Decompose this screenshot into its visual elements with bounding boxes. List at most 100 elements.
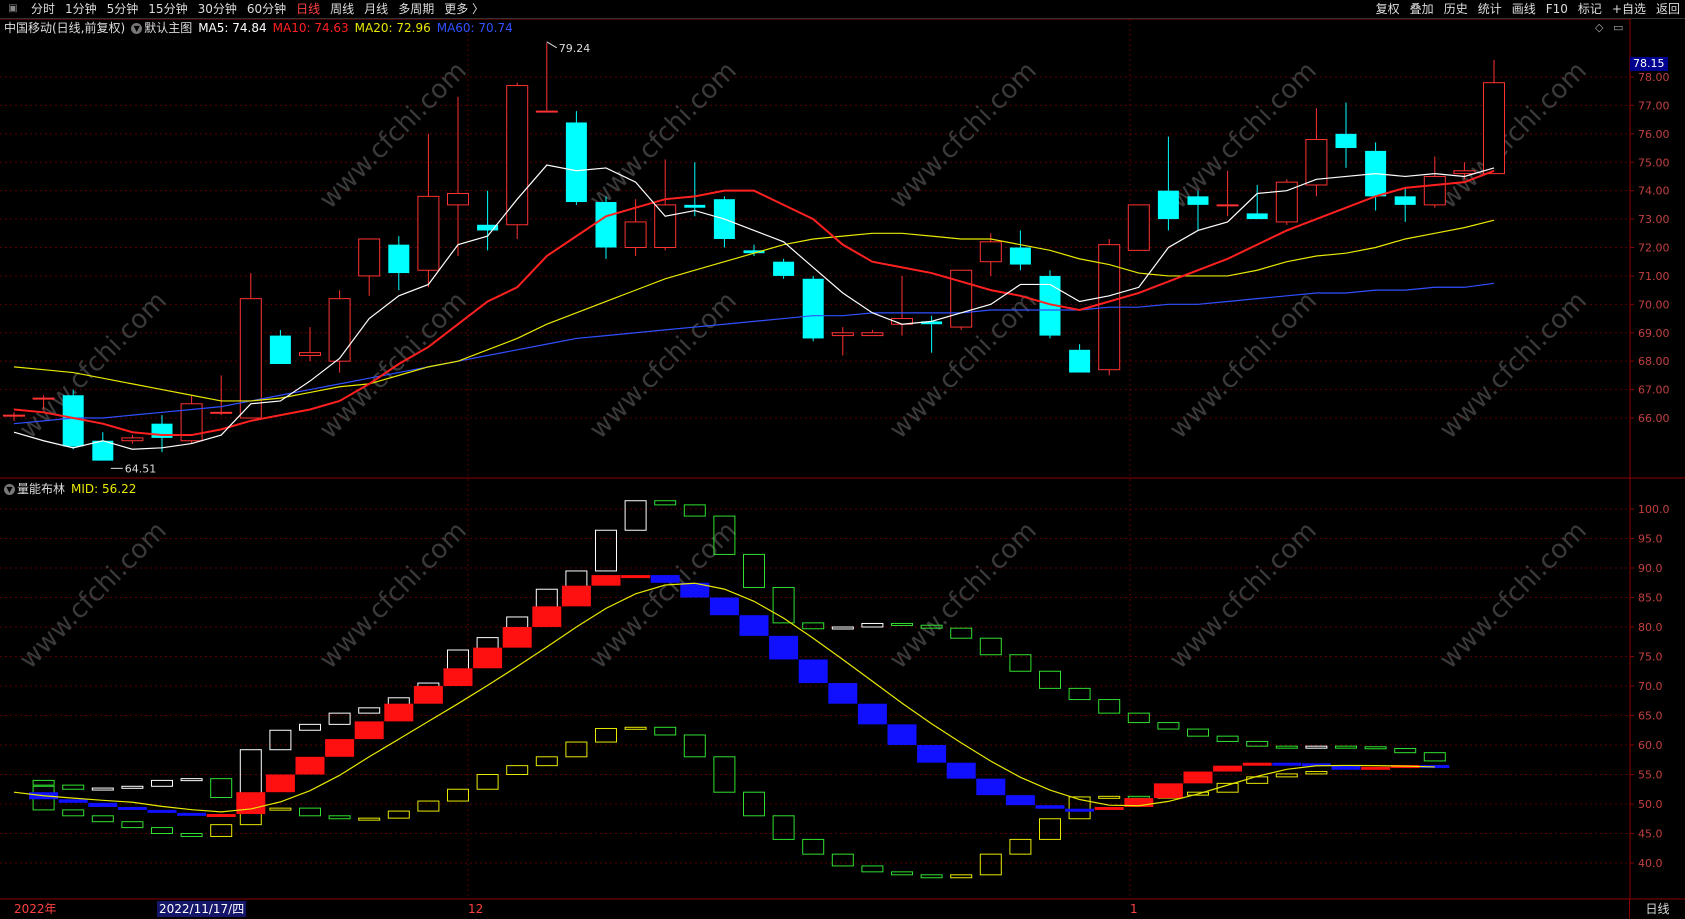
ma20-value: MA20: 72.96 (354, 21, 431, 35)
candle-body-down (92, 440, 114, 461)
period-tab-60min[interactable]: 60分钟 (242, 0, 291, 18)
candle-body-up (121, 437, 144, 442)
lower-band-box (387, 810, 410, 819)
menu-icon[interactable]: ▣ (0, 0, 26, 18)
candle-body-up (831, 332, 854, 337)
candle-body-up (506, 85, 529, 226)
lower-band-box (91, 815, 114, 823)
mid-box-up (265, 774, 295, 793)
stats-button[interactable]: 统计 (1473, 0, 1507, 18)
price-axis-label: 74.00 (1638, 185, 1670, 198)
mid-box-down (857, 703, 887, 725)
upper-band-box (683, 504, 706, 517)
candle-body-down (1069, 349, 1091, 373)
candle-body-up (3, 414, 25, 417)
price-axis-label: 73.00 (1638, 213, 1670, 226)
chart-options: ◇ ▭ (1595, 21, 1623, 34)
main-chart-legend: 中国移动(日线,前复权) ▼ 默认主图 MA5: 74.84 MA10: 74.6… (4, 20, 513, 36)
mid-box-up (473, 647, 503, 669)
diamond-icon[interactable]: ◇ (1595, 21, 1603, 34)
chart-canvas[interactable]: 78.00 77.00 76.00 75.00 74.00 73.00 72.00 71.00… (0, 0, 1685, 919)
candle-body-down (773, 261, 795, 276)
upper-band-box (299, 723, 321, 731)
lower-band-box (861, 865, 884, 873)
period-tab-more[interactable]: 更多 〉 (439, 0, 489, 18)
candle-body-down (1187, 196, 1209, 205)
candle-body-up (299, 352, 321, 356)
price-axis-label: 66.00 (1638, 412, 1670, 425)
price-axis-label: 78.00 (1638, 71, 1670, 84)
mid-box-down (58, 799, 88, 803)
indicator-axis-label: 100.0 (1638, 503, 1670, 516)
mid-box-down (147, 809, 177, 813)
candle-body-down (565, 122, 587, 203)
window-icon[interactable]: ▭ (1613, 21, 1623, 34)
upper-band-box (831, 626, 854, 630)
lower-band-box (151, 827, 173, 834)
mid-box-up (384, 703, 414, 722)
watermark-text: www.cfchi.com (1164, 516, 1323, 675)
period-tab-daily[interactable]: 日线 (291, 0, 325, 18)
period-tab-1min[interactable]: 1分钟 (60, 0, 102, 18)
price-axis-label: 76.00 (1638, 128, 1670, 141)
lower-band-box (417, 800, 440, 812)
stock-title[interactable]: 中国移动(日线,前复权) (4, 20, 125, 36)
lower-band-box (979, 853, 1002, 876)
lower-band-box (831, 853, 854, 867)
upper-band-box (210, 778, 233, 799)
period-tab-multi[interactable]: 多周期 (393, 0, 439, 18)
mid-box-down (177, 812, 207, 816)
mid-box-down (887, 724, 917, 745)
current-price-tag: 78.15 (1630, 57, 1668, 71)
price-axis-label: 77.00 (1638, 99, 1670, 112)
watermark-text: www.cfchi.com (584, 516, 743, 675)
main-chart-selector[interactable]: ▼ 默认主图 (131, 20, 192, 36)
price-axis-label: 71.00 (1638, 270, 1670, 283)
lower-band-box (62, 809, 85, 817)
period-tab-fenshi[interactable]: 分时 (26, 0, 60, 18)
candle-body-down (595, 202, 617, 248)
watermark-text: www.cfchi.com (584, 286, 743, 445)
chevron-down-icon[interactable]: ▼ (131, 23, 143, 34)
price-axis-label: 75.00 (1638, 156, 1670, 169)
lower-band-box (802, 838, 825, 855)
period-tab-5min[interactable]: 5分钟 (102, 0, 144, 18)
lower-band-box (1127, 795, 1150, 799)
period-tab-weekly[interactable]: 周线 (325, 0, 359, 18)
candle-body-down (1394, 196, 1416, 205)
lower-band-box (1039, 818, 1061, 840)
mid-box-down (976, 778, 1006, 796)
upper-band-box (979, 637, 1002, 656)
upper-band-box (1157, 722, 1180, 730)
upper-band-box (1394, 748, 1417, 754)
price-axis-label: 69.00 (1638, 327, 1670, 340)
back-button[interactable]: 返回 (1651, 0, 1685, 18)
lower-band-box (772, 815, 795, 840)
draw-button[interactable]: 画线 (1507, 0, 1541, 18)
period-tab-15min[interactable]: 15分钟 (143, 0, 192, 18)
add-watchlist-button[interactable]: +自选 (1607, 0, 1651, 18)
upper-band-box (62, 784, 85, 790)
adjust-button[interactable]: 复权 (1371, 0, 1405, 18)
period-toolbar: ▣ 分时 1分钟 5分钟 15分钟 30分钟 60分钟 日线 周线 月线 多周期… (0, 0, 1685, 19)
f10-button[interactable]: F10 (1541, 0, 1573, 18)
upper-band-box (1335, 745, 1357, 749)
low-label: 64.51 (125, 462, 157, 475)
indicator-selector[interactable]: ▼ 量能布林 (4, 481, 65, 497)
period-tab-monthly[interactable]: 月线 (359, 0, 393, 18)
indicator-axis-label: 50.0 (1638, 798, 1663, 811)
lower-band-box (299, 807, 321, 817)
mark-button[interactable]: 标记 (1573, 0, 1607, 18)
upper-band-box (1423, 752, 1446, 762)
lower-band-box (180, 833, 203, 837)
upper-band-box (1305, 745, 1328, 749)
period-tab-30min[interactable]: 30分钟 (193, 0, 242, 18)
candle-body-up (358, 238, 381, 277)
history-button[interactable]: 历史 (1439, 0, 1473, 18)
lower-band-box (1246, 776, 1269, 784)
watermark-text: www.cfchi.com (314, 516, 473, 675)
period-status[interactable]: 日线 (1629, 900, 1685, 919)
indicator-axis-label: 60.0 (1638, 739, 1663, 752)
overlay-button[interactable]: 叠加 (1405, 0, 1439, 18)
chevron-down-icon[interactable]: ▼ (4, 484, 15, 495)
